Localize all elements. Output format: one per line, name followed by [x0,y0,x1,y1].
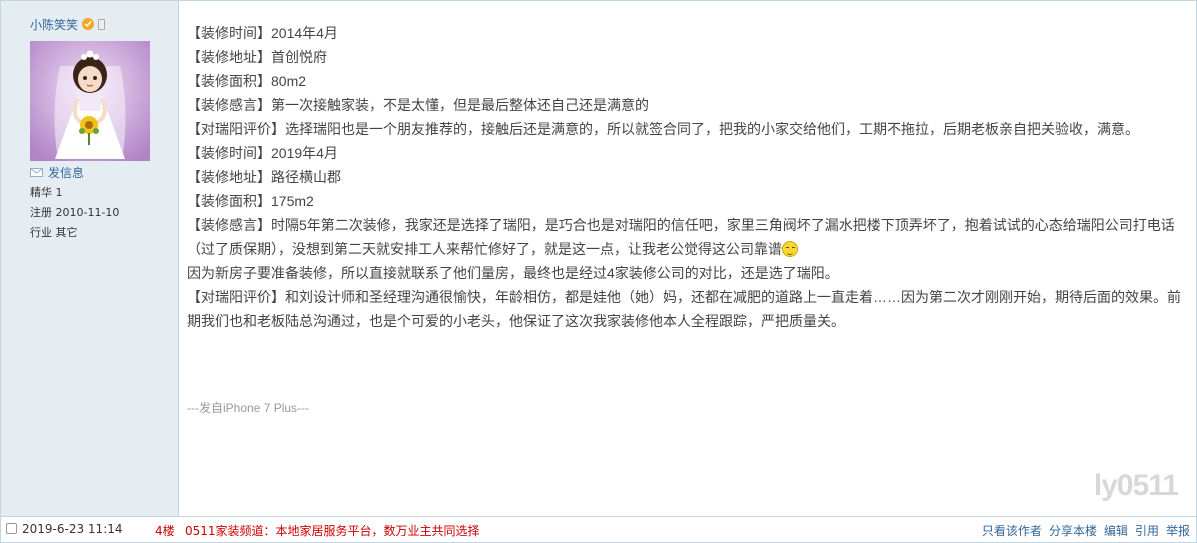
post-actions: 只看该作者 分享本楼 编辑 引用 举报 [982,522,1190,539]
post-line: 【对瑞阳评价】和刘设计师和圣经理沟通很愉快，年龄相仿，都是娃他（她）妈，还都在减… [187,289,1181,329]
report-link[interactable]: 举报 [1166,522,1190,539]
post-line: 【装修地址】首创悦府 [187,49,327,65]
send-message-link[interactable]: 发信息 [48,164,84,181]
post-line: 因为新房子要准备装修，所以直接就联系了他们量房，最终也是经过4家装修公司的对比，… [187,265,839,281]
channel-ad-link[interactable]: 0511家装频道：本地家居服务平台，数万业主共同选择 [185,522,480,539]
smile-emoji-icon [782,241,798,257]
quote-link[interactable]: 引用 [1135,522,1159,539]
digest-count: 精华 1 [30,186,63,199]
post-content-area: 【装修时间】2014年4月 【装修地址】首创悦府 【装修面积】80m2 【装修感… [180,1,1196,516]
post-line-with-emoji: 【装修感言】时隔5年第二次装修，我家还是选择了瑞阳，是巧合也是对瑞阳的信任吧，家… [187,213,1192,261]
post-body: 【装修时间】2014年4月 【装修地址】首创悦府 【装修面积】80m2 【装修感… [187,21,1192,333]
share-floor-link[interactable]: 分享本楼 [1049,522,1097,539]
avatar[interactable] [30,41,150,161]
author-name-row: 小陈笑笑 [30,16,106,33]
industry: 行业 其它 [30,226,78,239]
send-message-row: 发信息 [30,164,84,181]
author-sidebar: 小陈笑笑 发信息 精华 1 注册 2010-11-10 行业 其它 [1,1,179,516]
only-author-link[interactable]: 只看该作者 [982,522,1042,539]
select-checkbox[interactable] [6,523,17,534]
post-line: 【装修地址】路径横山郡 [187,169,341,185]
post-date: 2019-6-23 11:14 [22,522,123,536]
register-date: 注册 2010-11-10 [30,206,120,219]
post-line-text: 【装修感言】时隔5年第二次装修，我家还是选择了瑞阳，是巧合也是对瑞阳的信任吧，家… [187,217,1175,257]
post-line: 【装修感言】第一次接触家装，不是太懂，但是最后整体还自己还是满意的 [187,97,649,113]
author-name-link[interactable]: 小陈笑笑 [30,16,78,33]
edit-link[interactable]: 编辑 [1104,522,1128,539]
verified-badge-icon [82,18,95,30]
mobile-icon [98,18,106,30]
post-line: 【装修面积】80m2 [187,73,307,89]
post-line: 【装修面积】175m2 [187,193,314,209]
post-footer: 2019-6-23 11:14 4楼 0511家装频道：本地家居服务平台，数万业… [1,516,1196,542]
floor-number: 4楼 [155,524,175,538]
site-watermark: ly0511 [1093,469,1179,502]
post-signature: ---发自iPhone 7 Plus--- [187,401,310,415]
post-line: 【对瑞阳评价】选择瑞阳也是一个朋友推荐的，接触后还是满意的，所以就签合同了，把我… [187,121,1139,137]
forum-post: 小陈笑笑 发信息 精华 1 注册 2010-11-10 行业 其它 【装修时间】… [0,0,1197,543]
post-line: 【装修时间】2019年4月 [187,145,338,161]
mail-icon [30,168,43,177]
post-line: 【装修时间】2014年4月 [187,25,338,41]
